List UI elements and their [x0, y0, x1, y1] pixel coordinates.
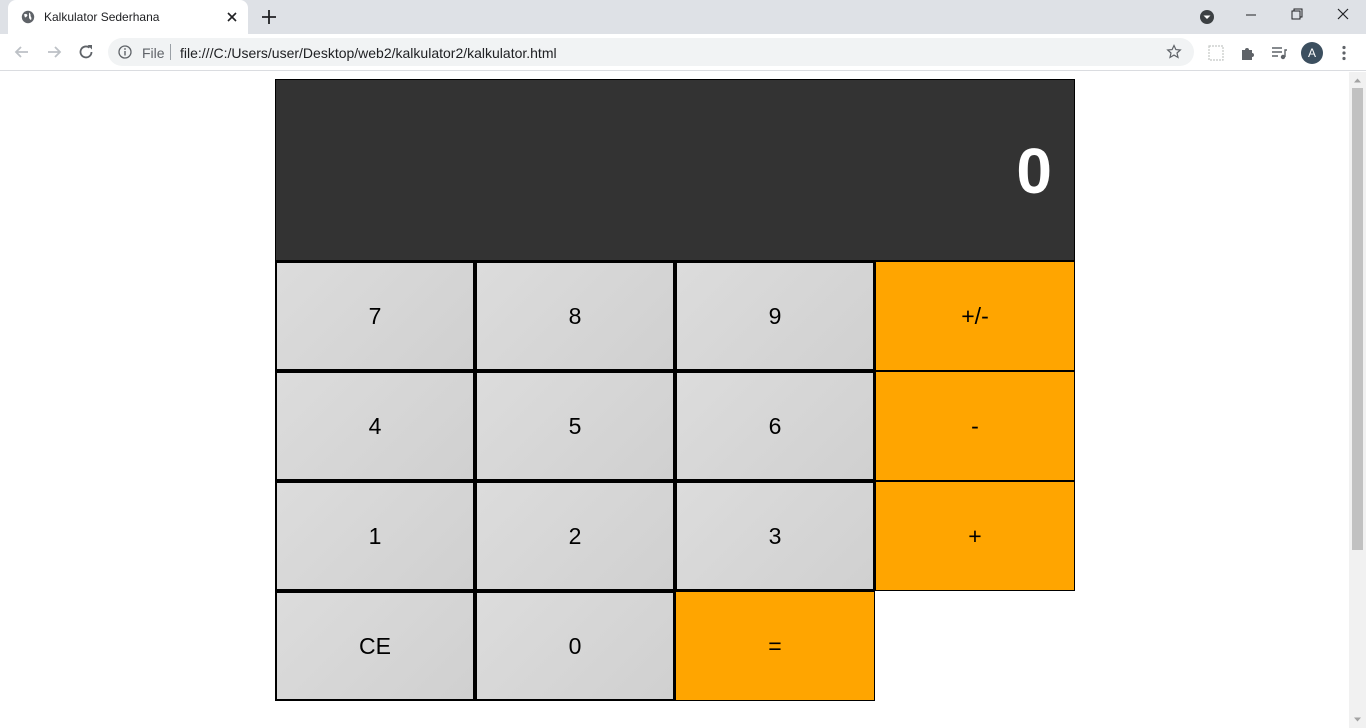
profile-avatar[interactable]: A	[1301, 42, 1323, 64]
key-5[interactable]: 5	[475, 371, 675, 481]
key-3[interactable]: 3	[675, 481, 875, 591]
new-tab-icon[interactable]	[260, 8, 278, 26]
minimize-icon[interactable]	[1228, 0, 1274, 30]
reload-icon[interactable]	[76, 42, 96, 62]
scroll-down-arrow-icon[interactable]	[1353, 715, 1362, 724]
back-arrow-icon[interactable]	[12, 42, 32, 62]
key-equals[interactable]: =	[675, 591, 875, 701]
key-0[interactable]: 0	[475, 591, 675, 701]
scrollbar-thumb[interactable]	[1352, 88, 1363, 550]
extension-placeholder-icon[interactable]	[1207, 44, 1225, 62]
url-text[interactable]: file:///C:/Users/user/Desktop/web2/kalku…	[180, 45, 557, 61]
browser-tab[interactable]: Kalkulator Sederhana	[8, 0, 248, 34]
scroll-up-arrow-icon[interactable]	[1353, 76, 1362, 85]
scheme-label: File	[142, 45, 165, 61]
bookmark-star-icon[interactable]	[1166, 44, 1182, 60]
window-close-icon[interactable]	[1320, 0, 1366, 30]
tab-strip: Kalkulator Sederhana	[0, 0, 1366, 34]
key-6[interactable]: 6	[675, 371, 875, 481]
tab-title: Kalkulator Sederhana	[44, 10, 160, 24]
kebab-menu-icon[interactable]	[1335, 44, 1353, 62]
close-tab-icon[interactable]	[224, 9, 240, 25]
key-4[interactable]: 4	[275, 371, 475, 481]
forward-arrow-icon[interactable]	[44, 42, 64, 62]
browser-toolbar: File file:///C:/Users/user/Desktop/web2/…	[0, 34, 1366, 71]
media-control-icon[interactable]	[1270, 44, 1288, 62]
tab-search-icon[interactable]	[1199, 9, 1215, 25]
key-2[interactable]: 2	[475, 481, 675, 591]
key-minus[interactable]: -	[875, 371, 1075, 481]
address-bar[interactable]: File file:///C:/Users/user/Desktop/web2/…	[108, 38, 1194, 66]
calculator-display: 0	[275, 79, 1075, 261]
key-8[interactable]: 8	[475, 261, 675, 371]
display-value: 0	[1016, 135, 1052, 207]
key-plus-minus[interactable]: +/-	[875, 261, 1075, 371]
info-icon[interactable]	[118, 45, 132, 59]
restore-icon[interactable]	[1274, 0, 1320, 30]
extensions-puzzle-icon[interactable]	[1239, 44, 1257, 62]
key-plus[interactable]: +	[875, 481, 1075, 591]
globe-icon	[21, 10, 35, 24]
vertical-scrollbar[interactable]	[1349, 72, 1366, 728]
key-7[interactable]: 7	[275, 261, 475, 371]
key-1[interactable]: 1	[275, 481, 475, 591]
page-viewport: 0 7 8 9 +/- 4 5 6 - 1 2 3 + CE 0 =	[0, 72, 1366, 728]
key-clear-entry[interactable]: CE	[275, 591, 475, 701]
omnibox-divider	[170, 44, 171, 60]
key-9[interactable]: 9	[675, 261, 875, 371]
